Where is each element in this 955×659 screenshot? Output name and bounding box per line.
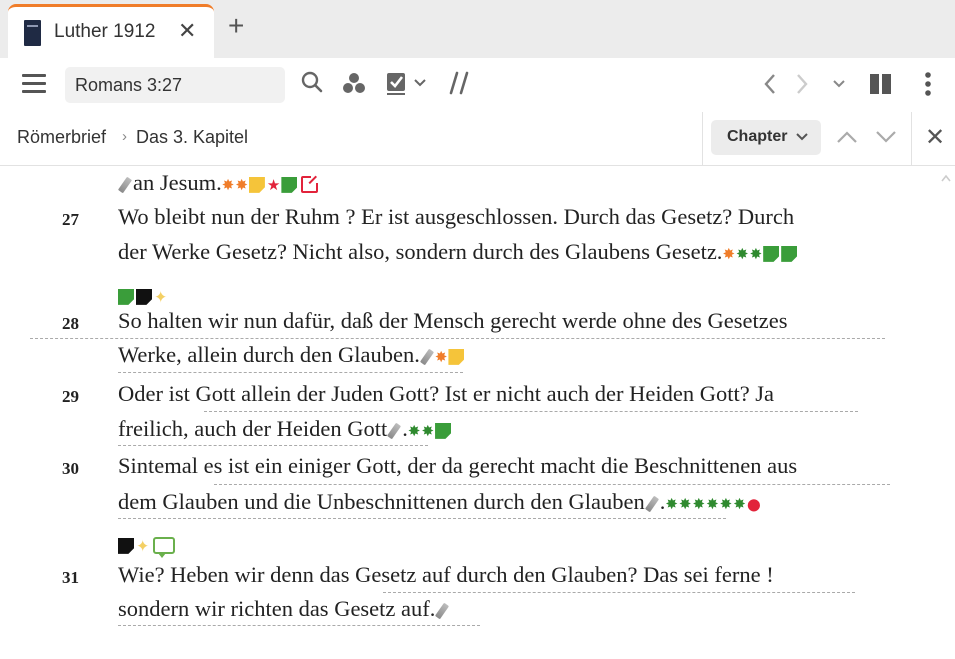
- parallel-icon[interactable]: [448, 70, 472, 96]
- breadcrumb-book[interactable]: Römerbrief: [17, 127, 106, 148]
- external-link-icon[interactable]: [301, 176, 319, 194]
- verse-line: freilich, auch der Heiden Gott .✸✸: [118, 416, 453, 442]
- green-note-icon[interactable]: [763, 245, 780, 262]
- green-star-icon: ✸: [678, 494, 692, 513]
- chevron-down-icon[interactable]: [413, 78, 427, 88]
- next-chapter-icon[interactable]: [875, 130, 897, 144]
- red-pin-icon[interactable]: ●: [747, 494, 761, 513]
- orange-star-icon: ✸: [722, 244, 736, 263]
- chapter-dropdown-button[interactable]: Chapter: [711, 120, 821, 155]
- highlighter-icon: [419, 348, 434, 366]
- highlighter-icon: [644, 495, 659, 513]
- verse-number[interactable]: 27: [62, 210, 79, 230]
- verse-number[interactable]: 28: [62, 314, 79, 334]
- green-note-icon[interactable]: [281, 176, 298, 193]
- history-dropdown-icon[interactable]: [832, 79, 846, 89]
- chapter-button-label: Chapter: [727, 128, 788, 145]
- black-note-icon[interactable]: [136, 288, 152, 305]
- verse-text[interactable]: sondern wir richten das Gesetz auf.: [118, 596, 435, 621]
- highlighter-icon: [435, 602, 450, 620]
- dashed-underline: [118, 625, 480, 626]
- verse-line[interactable]: So halten wir nun dafür, daß der Mensch …: [118, 308, 788, 334]
- previous-chapter-icon[interactable]: [836, 130, 858, 144]
- verse-text[interactable]: freilich, auch der Heiden Gott: [118, 416, 387, 441]
- back-icon[interactable]: [762, 72, 778, 96]
- sparkle-icon: ✦: [154, 287, 168, 307]
- tab-bar: Luther 1912 ✕ +: [0, 0, 955, 58]
- verse-line: sondern wir richten das Gesetz auf.: [118, 596, 450, 622]
- visual-filters-icon[interactable]: [341, 70, 367, 96]
- highlighter-icon: [117, 176, 133, 194]
- reference-input[interactable]: [65, 67, 285, 103]
- green-star-icon: ✸: [749, 244, 763, 263]
- dashed-underline: [383, 592, 855, 593]
- verse-icons-line: ✦: [118, 282, 167, 308]
- orange-star-icon: ✸: [221, 175, 235, 194]
- yellow-note-icon[interactable]: [448, 348, 465, 365]
- dashed-underline: [118, 445, 428, 446]
- verse-text[interactable]: Werke, allein durch den Glauben.: [118, 342, 420, 367]
- green-note-icon[interactable]: [118, 288, 134, 305]
- verse-line[interactable]: Wie? Heben wir denn das Gesetz auf durch…: [118, 562, 774, 588]
- checkbox-icon[interactable]: [385, 70, 409, 96]
- verse-text[interactable]: dem Glauben und die Unbeschnittenen durc…: [118, 489, 645, 514]
- search-icon[interactable]: [300, 70, 324, 96]
- book-cover-icon: [24, 20, 41, 46]
- green-star-icon: ✸: [733, 494, 746, 513]
- orange-star-icon: ✸: [235, 175, 248, 194]
- verse-text[interactable]: der Werke Gesetz? Nicht also, sondern du…: [118, 239, 722, 264]
- more-icon[interactable]: [924, 71, 932, 97]
- sparkle-icon: ✦: [136, 536, 150, 556]
- dashed-underline: [118, 518, 726, 519]
- verse-line[interactable]: Oder ist Gott allein der Juden Gott? Ist…: [118, 381, 774, 407]
- breadcrumb-chapter[interactable]: Das 3. Kapitel: [136, 127, 248, 148]
- verse-line[interactable]: Wo bleibt nun der Ruhm ? Er ist ausgesch…: [118, 204, 794, 230]
- close-panel-icon[interactable]: ✕: [925, 123, 945, 152]
- breadcrumb: Römerbrief › Das 3. Kapitel Chapter ✕: [0, 112, 955, 166]
- bible-text: an Jesum.✸✸ ★ 27 Wo bleibt nun der Ruhm ?…: [0, 166, 955, 659]
- verse-line: an Jesum.✸✸ ★: [117, 170, 319, 196]
- close-tab-icon[interactable]: ✕: [178, 18, 196, 44]
- menu-icon[interactable]: [22, 74, 46, 94]
- tab-title: Luther 1912: [54, 21, 156, 42]
- verse-number[interactable]: 31: [62, 568, 79, 588]
- dashed-underline: [30, 338, 885, 339]
- orange-star-icon: ✸: [434, 347, 448, 366]
- scroll-up-icon[interactable]: [940, 174, 952, 182]
- green-star-icon: ✸: [736, 244, 749, 263]
- green-note-icon[interactable]: [435, 422, 452, 439]
- green-star-icon: ✸: [706, 494, 719, 513]
- forward-icon[interactable]: [794, 72, 810, 96]
- tab-luther-1912[interactable]: Luther 1912 ✕: [8, 4, 214, 58]
- green-star-icon: ✸: [665, 494, 678, 513]
- comment-icon[interactable]: [153, 537, 176, 559]
- divider: [702, 112, 703, 165]
- dashed-underline: [214, 484, 890, 485]
- chevron-down-icon: [796, 133, 808, 141]
- split-panel-icon[interactable]: [869, 73, 893, 95]
- verse-line: der Werke Gesetz? Nicht also, sondern du…: [118, 239, 799, 265]
- verse-text[interactable]: an Jesum.: [133, 170, 222, 195]
- green-note-icon[interactable]: [781, 245, 798, 262]
- verse-icons-line: ✦: [118, 531, 176, 559]
- green-star-icon: ✸: [719, 494, 733, 513]
- yellow-note-icon[interactable]: [248, 176, 265, 193]
- dashed-underline: [118, 372, 463, 373]
- verse-line: Werke, allein durch den Glauben. ✸: [118, 342, 466, 368]
- green-star-icon: ✸: [421, 421, 435, 440]
- red-star-icon: ★: [266, 175, 281, 194]
- toolbar: [0, 58, 955, 113]
- divider: [911, 112, 912, 165]
- verse-line[interactable]: Sintemal es ist ein einiger Gott, der da…: [118, 453, 797, 479]
- green-star-icon: ✸: [692, 494, 706, 513]
- green-star-icon: ✸: [407, 421, 421, 440]
- dashed-underline: [204, 411, 858, 412]
- add-tab-icon[interactable]: +: [228, 12, 244, 40]
- verse-number[interactable]: 29: [62, 387, 79, 407]
- black-note-icon[interactable]: [118, 537, 134, 554]
- verse-number[interactable]: 30: [62, 459, 79, 479]
- breadcrumb-separator: ›: [122, 128, 127, 145]
- verse-line: dem Glauben und die Unbeschnittenen durc…: [118, 489, 761, 515]
- highlighter-icon: [387, 422, 402, 440]
